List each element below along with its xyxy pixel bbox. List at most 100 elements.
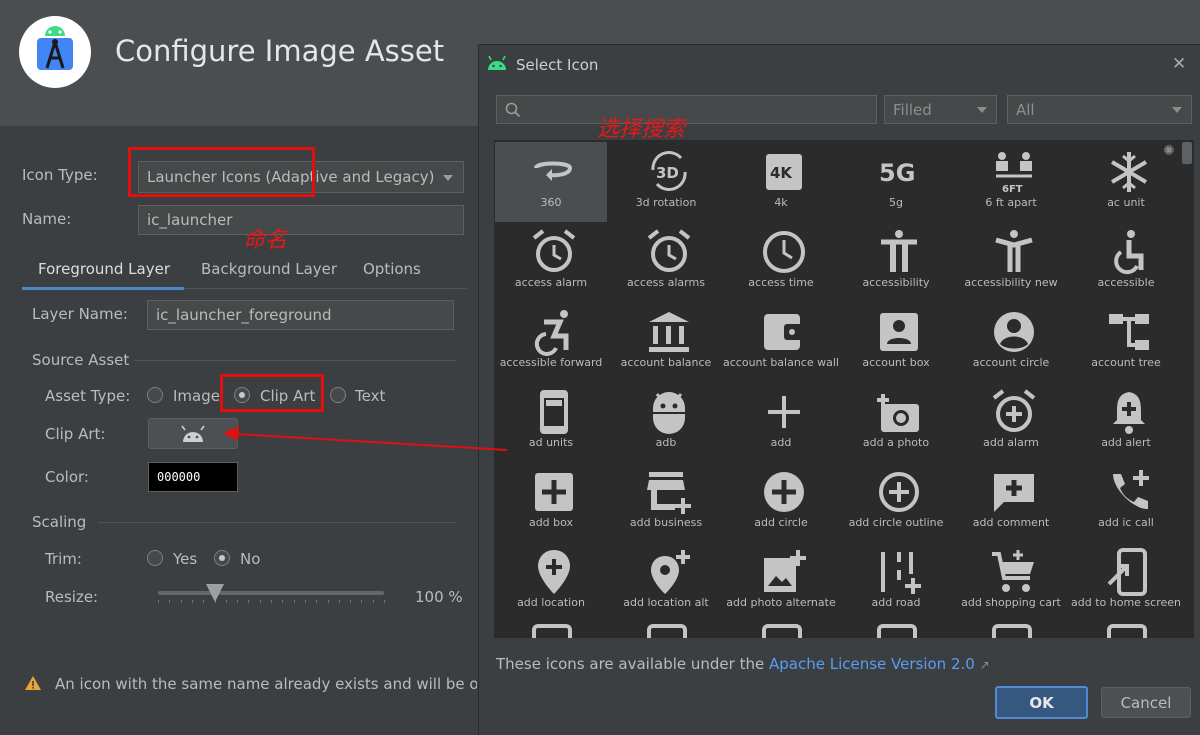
icon-cell-add-alarm[interactable]: add alarm — [955, 382, 1067, 462]
slider-tick — [373, 600, 374, 603]
tab-background-layer[interactable]: Background Layer — [201, 260, 337, 278]
icon-cell-add-to-home-screen[interactable]: add to home screen — [1070, 542, 1182, 622]
resize-slider-thumb[interactable] — [205, 584, 224, 602]
asset-type-image-label[interactable]: Image — [173, 387, 220, 405]
icon-cell-partial[interactable] — [762, 624, 802, 638]
dialog-title: Select Icon — [516, 56, 599, 74]
icon-cell-label: 3d rotation — [635, 196, 697, 209]
icon-cell-label: ac unit — [1107, 196, 1145, 209]
icon-cell-5g[interactable]: 5G 5g — [840, 142, 952, 222]
account-balance-icon — [649, 312, 689, 352]
accessible-forward-icon — [534, 310, 569, 356]
icon-cell-add-circle-outline[interactable]: add circle outline — [840, 462, 952, 542]
trim-no-label[interactable]: No — [240, 550, 260, 568]
slider-tick — [339, 600, 340, 603]
slider-tick — [192, 600, 193, 603]
icon-cell-label: account tree — [1091, 356, 1161, 369]
icon-cell-add-box[interactable]: add box — [495, 462, 607, 542]
slider-tick — [384, 600, 385, 603]
add-comment-icon — [994, 474, 1034, 512]
tab-foreground-layer[interactable]: Foreground Layer — [38, 260, 170, 278]
account-box-icon — [880, 313, 918, 351]
icon-cell-partial[interactable] — [1107, 624, 1147, 638]
add-a-photo-icon — [877, 394, 919, 432]
icon-cell-add-road[interactable]: add road — [840, 542, 952, 622]
icon-cell-add-circle[interactable]: add circle — [725, 462, 837, 542]
account-balance-wall-icon — [764, 314, 804, 350]
icon-cell-add-alert[interactable]: add alert — [1070, 382, 1182, 462]
tab-options[interactable]: Options — [363, 260, 421, 278]
grid-scrollbar-thumb[interactable] — [1182, 142, 1192, 164]
chevron-down-icon — [443, 175, 453, 181]
360-icon — [534, 161, 573, 181]
icon-cell-access-alarm[interactable]: access alarm — [495, 222, 607, 302]
icon-cell-label: account balance wall — [723, 356, 839, 369]
trim-yes-label[interactable]: Yes — [173, 550, 197, 568]
icon-cell-add-photo-alternate[interactable]: add photo alternate — [725, 542, 837, 622]
account-tree-icon — [1109, 314, 1149, 350]
icon-cell-access-time[interactable]: access time — [725, 222, 837, 302]
resize-slider-track[interactable] — [158, 591, 384, 595]
name-input[interactable]: ic_launcher — [138, 205, 464, 235]
icon-cell-add-shopping-cart[interactable]: add shopping cart — [955, 542, 1067, 622]
icon-cell-accessibility[interactable]: accessibility — [840, 222, 952, 302]
layer-name-input[interactable]: ic_launcher_foreground — [147, 300, 454, 330]
icon-cell-label: 360 — [540, 196, 562, 209]
trim-yes-radio[interactable] — [147, 550, 163, 566]
icon-cell-partial[interactable] — [992, 624, 1032, 638]
access-alarms-icon — [647, 229, 691, 272]
wizard-title: Configure Image Asset — [115, 34, 445, 68]
icon-cell-partial[interactable] — [532, 624, 572, 638]
icon-cell-3d-rotation[interactable]: 3D 3d rotation — [610, 142, 722, 222]
icon-cell-360[interactable]: 360 — [495, 142, 607, 222]
add-road-icon — [881, 552, 921, 594]
annotation-box-clip-art — [220, 374, 324, 412]
category-filter-select[interactable]: All — [1007, 95, 1192, 124]
asset-type-image-radio[interactable] — [147, 387, 163, 403]
color-swatch-input[interactable]: 000000 — [148, 462, 238, 492]
icon-cell-account-box[interactable]: account box — [840, 302, 952, 382]
icon-search-input[interactable] — [496, 95, 877, 124]
icon-cell-account-tree[interactable]: account tree — [1070, 302, 1182, 382]
access-alarm-icon — [532, 229, 576, 272]
asset-type-text-label[interactable]: Text — [355, 387, 385, 405]
android-head-icon — [487, 55, 507, 75]
icon-cell-add[interactable]: add — [725, 382, 837, 462]
style-filter-select[interactable]: Filled — [884, 95, 997, 124]
icon-cell-account-balance[interactable]: account balance — [610, 302, 722, 382]
6-ft-apart-icon: 6FT — [996, 152, 1032, 195]
icon-cell-add-business[interactable]: add business — [610, 462, 722, 542]
icon-cell-partial[interactable] — [647, 624, 687, 638]
icon-cell-6-ft-apart[interactable]: 6FT 6 ft apart — [955, 142, 1067, 222]
chevron-down-icon — [1172, 107, 1182, 113]
accessibility-icon — [881, 230, 917, 272]
license-link[interactable]: Apache License Version 2.0 — [769, 655, 975, 673]
icon-cell-partial[interactable] — [877, 624, 917, 638]
icon-cell-account-circle[interactable]: account circle — [955, 302, 1067, 382]
close-icon[interactable]: ✕ — [1172, 54, 1186, 74]
ok-button[interactable]: OK — [995, 686, 1088, 719]
slider-tick — [361, 600, 362, 603]
icon-cell-add-comment[interactable]: add comment — [955, 462, 1067, 542]
icon-cell-4k[interactable]: 4K 4k — [725, 142, 837, 222]
icon-grid[interactable]: 360 3D 3d rotation 4K 4k 5G 5g 6FT 6 ft apart ac … — [494, 140, 1194, 638]
icon-cell-add-ic-call[interactable]: add ic call — [1070, 462, 1182, 542]
slider-tick — [350, 600, 351, 603]
resize-value: 100 % — [415, 588, 463, 606]
icon-cell-add-location-alt[interactable]: add location alt — [610, 542, 722, 622]
account-circle-icon — [994, 312, 1034, 352]
layer-name-value: ic_launcher_foreground — [156, 306, 332, 324]
icon-cell-account-balance-wall[interactable]: account balance wall — [723, 302, 839, 382]
icon-cell-access-alarms[interactable]: access alarms — [610, 222, 722, 302]
trim-no-radio[interactable] — [214, 550, 230, 566]
asset-type-text-radio[interactable] — [330, 387, 346, 403]
icon-cell-accessibility-new[interactable]: accessibility new — [955, 222, 1067, 302]
icon-cell-adb[interactable]: adb — [610, 382, 722, 462]
icon-type-label: Icon Type: — [22, 166, 98, 184]
icon-cell-accessible[interactable]: accessible — [1070, 222, 1182, 302]
cancel-button[interactable]: Cancel — [1101, 687, 1191, 718]
icon-cell-label: 6 ft apart — [985, 196, 1037, 209]
icon-cell-add-location[interactable]: add location — [495, 542, 607, 622]
icon-cell-add-a-photo[interactable]: add a photo — [840, 382, 952, 462]
icon-cell-accessible-forward[interactable]: accessible forward — [495, 302, 607, 382]
